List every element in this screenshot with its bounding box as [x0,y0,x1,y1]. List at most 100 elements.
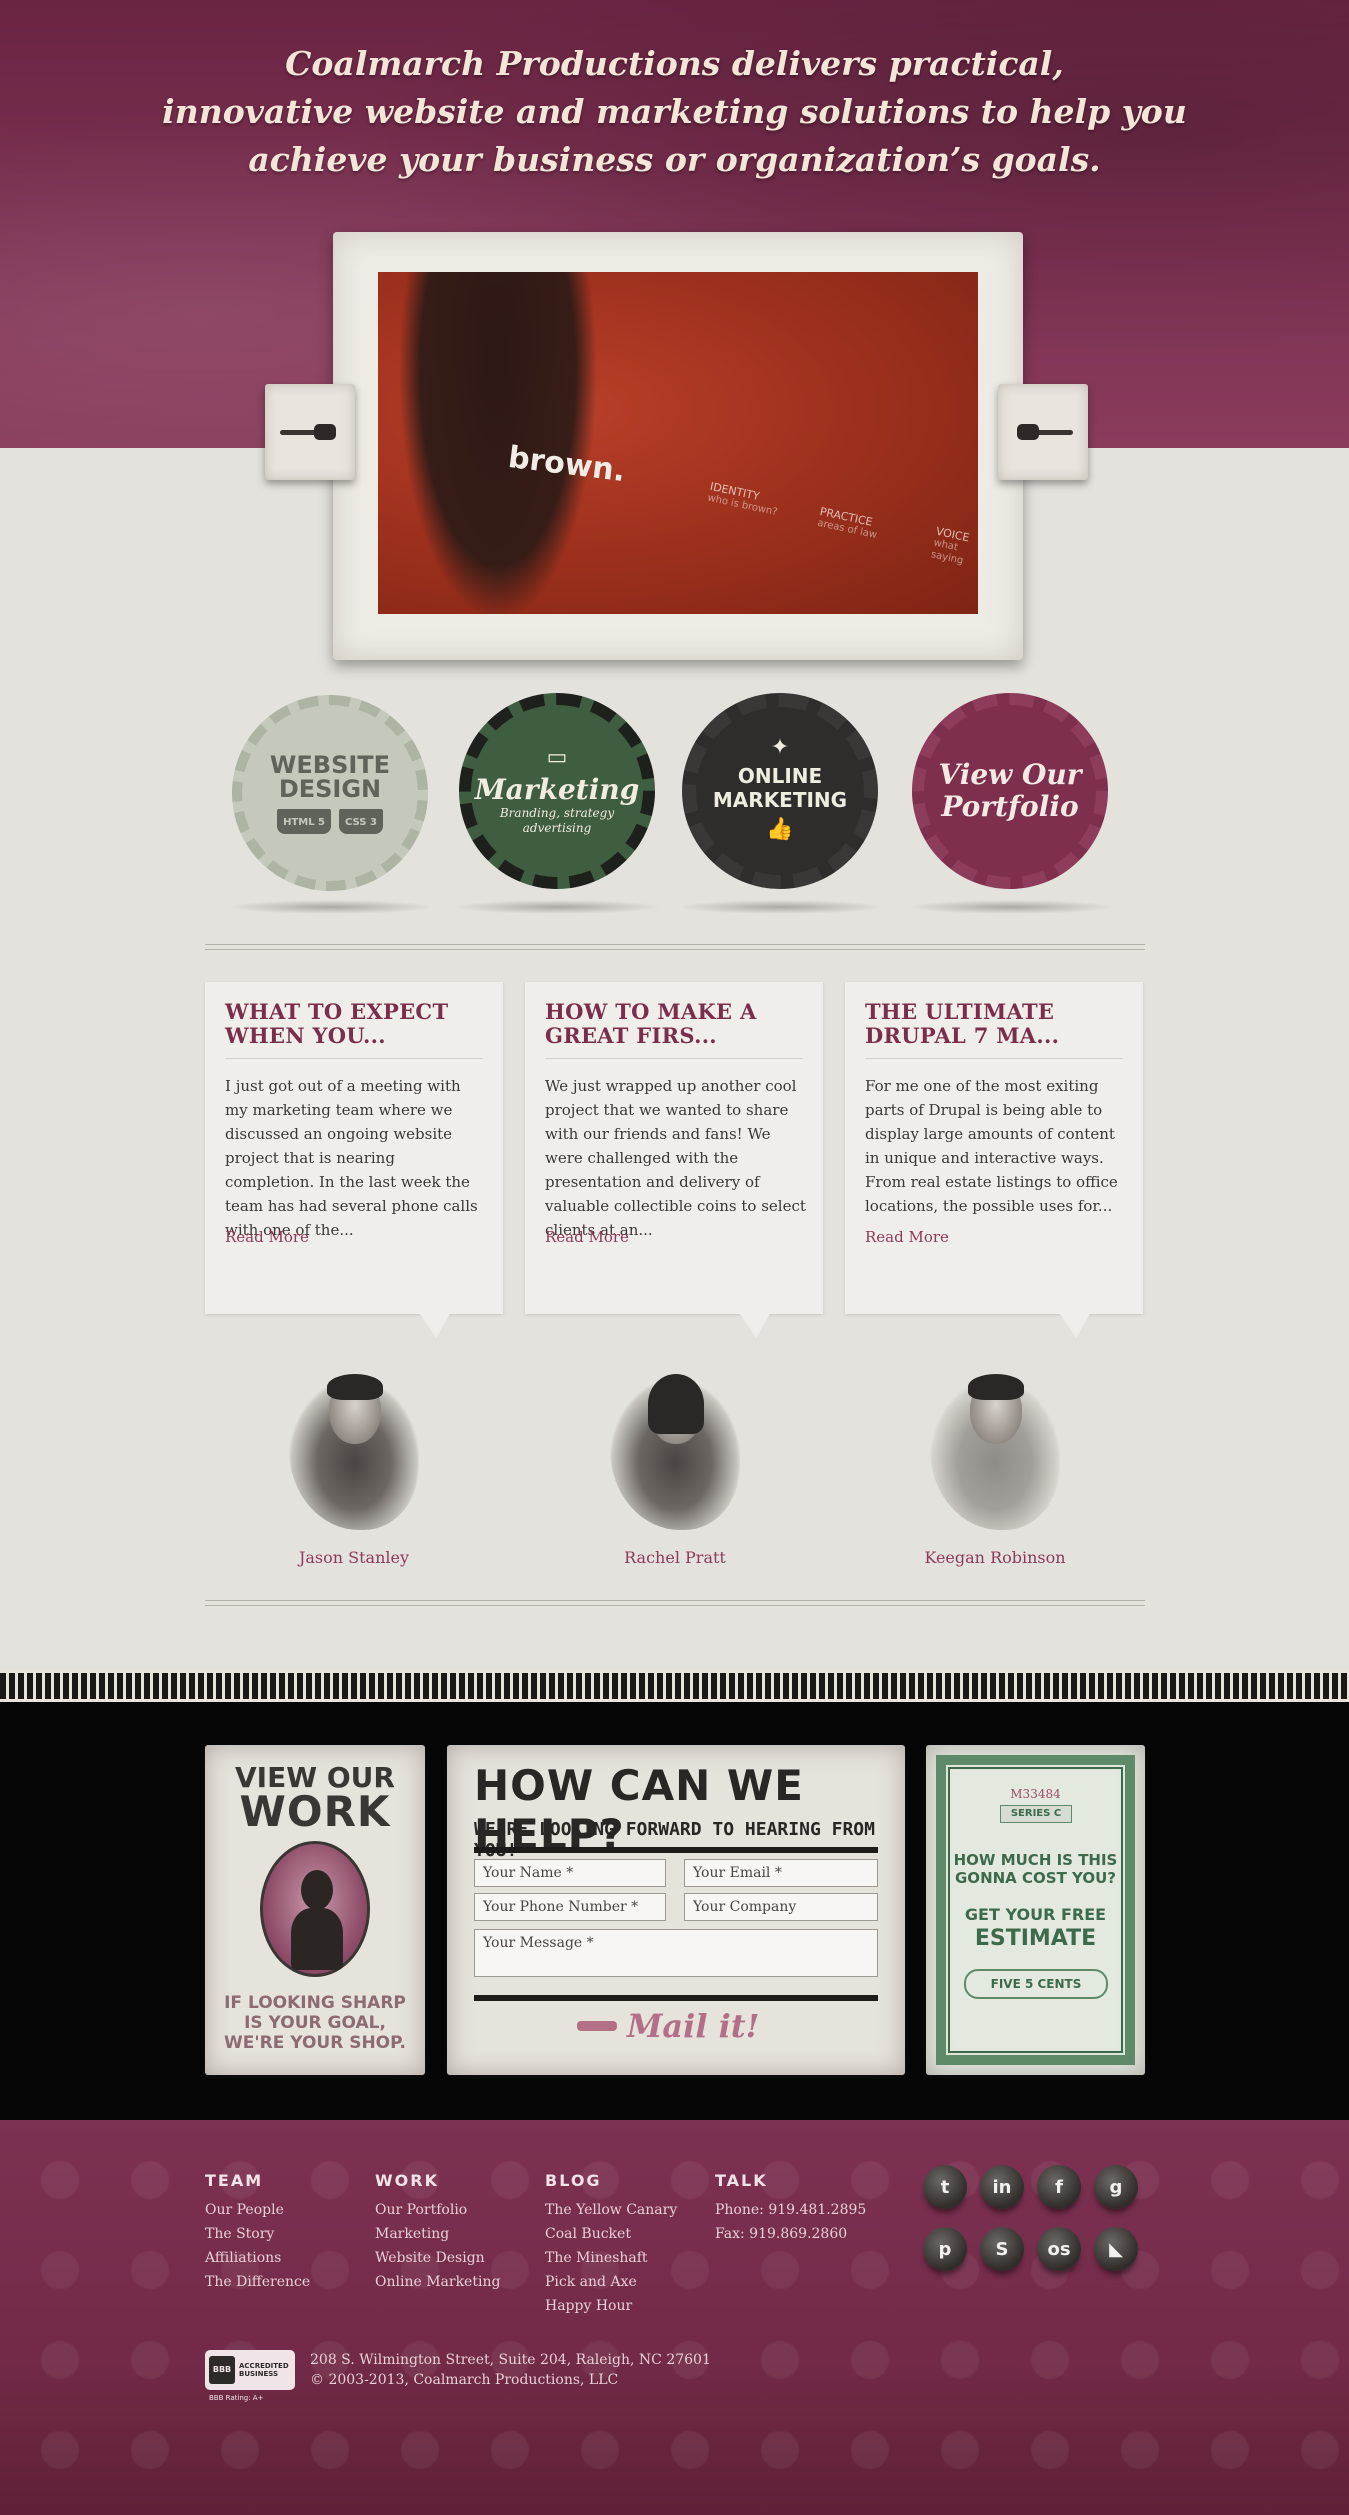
email-field[interactable]: Your Email * [684,1859,878,1887]
seal-shadow [453,900,663,914]
footer-link[interactable]: Pick and Axe [545,2270,677,2294]
footer-link[interactable]: Our People [205,2198,310,2222]
slider-prev-button[interactable] [265,384,355,480]
silhouette-figure [398,272,598,614]
free-estimate-card[interactable]: M33484 SERIES C HOW MUCH IS THIS GONNA C… [926,1745,1145,2075]
read-more-link[interactable]: Read More [545,1228,629,1246]
member-name: Jason Stanley [298,1548,410,1567]
blog-excerpt: We just wrapped up another cool project … [545,1077,806,1239]
bbb-text: ACCREDITED BUSINESS [239,2362,289,2378]
seal-title: WEBSITE [269,750,391,779]
read-more-link[interactable]: Read More [225,1228,309,1246]
team-member[interactable]: Rachel Pratt [575,1360,775,1567]
rss-icon[interactable]: ◣ [1094,2227,1138,2271]
linkedin-icon[interactable]: in [980,2165,1024,2209]
dapper-figure-illustration [260,1841,370,1977]
slide-tag: PRACTICE areas of law [816,505,880,542]
footer-link[interactable]: Coal Bucket [545,2222,677,2246]
blog-excerpt: I just got out of a meeting with my mark… [225,1077,478,1239]
seal-shadow [226,900,436,914]
name-field[interactable]: Your Name * [474,1859,666,1887]
online-marketing-seal[interactable]: ✦ ONLINE MARKETING 👍 [682,693,878,889]
lastfm-icon[interactable]: os [1037,2227,1081,2271]
contact-form: HOW CAN WE HELP? WE'RE LOOKING FORWARD T… [447,1745,905,2075]
tagline-line: innovative website and marketing solutio… [162,92,1187,131]
cents-ribbon: FIVE 5 CENTS [964,1969,1108,1999]
divider [225,1058,483,1059]
pinterest-icon[interactable]: p [923,2227,967,2271]
footer-link[interactable]: Happy Hour [545,2294,677,2318]
footer-link[interactable]: Affiliations [205,2246,310,2270]
divider [474,1995,878,2001]
footer-heading: TALK [715,2171,768,2190]
divider [474,1847,878,1853]
slide-tag-sub: what saying [929,537,965,567]
work-heading-line: WORK [239,1787,391,1836]
street-address: 208 S. Wilmington Street, Suite 204, Ral… [310,2352,711,2368]
footer-column-work: WORK Our Portfolio Marketing Website Des… [375,2171,500,2294]
divider [545,1058,803,1059]
mail-it-button[interactable]: Mail it! [577,2007,760,2045]
bbb-accredited-badge[interactable]: BBB ACCREDITED BUSINESS BBB Rating: A+ [205,2350,295,2402]
seal-title: Portfolio [941,790,1079,823]
footer-link[interactable]: The Mineshaft [545,2246,677,2270]
twitter-icon[interactable]: t [923,2165,967,2209]
message-field[interactable]: Your Message * [474,1929,878,1977]
skype-icon[interactable]: S [980,2227,1024,2271]
facebook-icon[interactable]: f [1037,2165,1081,2209]
damask-border [0,1670,1349,1702]
blog-card: HOW TO MAKE A GREAT FIRS... We just wrap… [525,982,823,1314]
blog-title[interactable]: HOW TO MAKE A GREAT FIRS... [545,1000,805,1048]
thumbs-up-icon: 👍 [766,817,794,842]
featured-slide[interactable]: brown. IDENTITY who is brown? PRACTICE a… [378,272,978,614]
footer-link[interactable]: The Difference [205,2270,310,2294]
slider-next-button[interactable] [998,384,1088,480]
company-field[interactable]: Your Company [684,1893,878,1921]
bbb-logo-icon: BBB [209,2356,235,2384]
member-name: Keegan Robinson [924,1548,1066,1567]
cta-line: ESTIMATE [974,1926,1097,1951]
footer-heading: WORK [375,2171,439,2190]
website-design-seal[interactable]: WEBSITE DESIGN HTML 5 CSS 3 [232,695,428,891]
footer-link[interactable]: The Story [205,2222,310,2246]
view-our-work-card[interactable]: VIEW OUR WORK IF LOOKING SHARP IS YOUR G… [205,1745,425,2075]
blog-title[interactable]: THE ULTIMATE DRUPAL 7 MA... [865,1000,1125,1048]
tagline-line: achieve your business or organization’s … [248,140,1101,179]
html5-icon: HTML 5 [277,808,332,834]
seal-title: MARKETING [712,788,848,812]
team-member[interactable]: Keegan Robinson [895,1360,1095,1567]
pointing-hand-left-icon [280,421,340,443]
team-member[interactable]: Jason Stanley [254,1360,454,1567]
seal-title: ONLINE [737,764,823,788]
bird-icon: ✦ [770,735,790,760]
read-more-link[interactable]: Read More [865,1228,949,1246]
pointing-hand-icon [577,2021,617,2031]
avatar [600,1360,750,1540]
footer-heading: BLOG [545,2171,602,2190]
marketing-seal[interactable]: ▭ Marketing Branding, strategy advertisi… [459,693,655,889]
blog-title[interactable]: WHAT TO EXPECT WHEN YOU... [225,1000,485,1048]
footer-address-block: 208 S. Wilmington Street, Suite 204, Ral… [310,2350,711,2390]
estimate-question: HOW MUCH IS THIS GONNA COST YOU? [926,1851,1145,1887]
hero-tagline: Coalmarch Productions delivers practical… [0,40,1349,184]
footer-link[interactable]: The Yellow Canary [545,2198,677,2222]
seal-shadow [906,900,1116,914]
view-portfolio-seal[interactable]: View Our Portfolio [912,693,1108,889]
footer-link[interactable]: Marketing [375,2222,500,2246]
slide-tag: IDENTITY who is brown? [706,480,781,519]
avatar [279,1360,429,1540]
tagline-line: IF LOOKING SHARP [224,1993,406,2013]
footer-link[interactable]: Online Marketing [375,2270,500,2294]
cta-line: GET YOUR FREE [964,1905,1107,1924]
blog-excerpt: For me one of the most exiting parts of … [865,1077,1118,1215]
footer-heading: TEAM [205,2171,264,2190]
question-line: HOW MUCH IS THIS [953,1851,1118,1869]
slide-tag: VOICE what saying [929,525,978,571]
google-icon[interactable]: g [1094,2165,1138,2209]
footer-link[interactable]: Our Portfolio [375,2198,500,2222]
form-subtitle: WE'RE LOOKING FORWARD TO HEARING FROM YO… [474,1819,875,1861]
tagline-line: IS YOUR GOAL, [244,2013,386,2033]
footer-link[interactable]: Website Design [375,2246,500,2270]
phone-field[interactable]: Your Phone Number * [474,1893,666,1921]
portrait-hair [327,1374,383,1400]
